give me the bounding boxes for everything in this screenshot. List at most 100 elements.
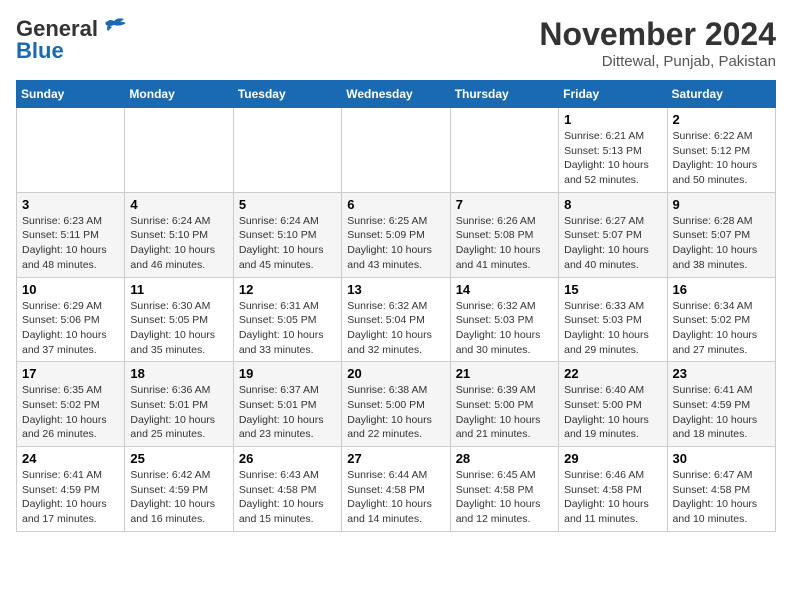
calendar-cell: 7Sunrise: 6:26 AM Sunset: 5:08 PM Daylig… [450,192,558,277]
calendar-cell: 11Sunrise: 6:30 AM Sunset: 5:05 PM Dayli… [125,277,233,362]
day-header-thursday: Thursday [450,81,558,108]
day-content: Sunrise: 6:34 AM Sunset: 5:02 PM Dayligh… [673,299,770,358]
calendar-cell: 20 Sunrise: 6:38 AM Sunset: 5:00 PM Dayli… [342,362,450,447]
day-header-tuesday: Tuesday [233,81,341,108]
calendar-cell: 13 Sunrise: 6:32 AM Sunset: 5:04 PM Dayli… [342,277,450,362]
day-content: Sunrise: 6:21 AM Sunset: 5:13 PM Dayligh… [564,129,661,188]
day-content: Sunrise: 6:38 AM Sunset: 5:00 PM Dayligh… [347,383,444,442]
calendar-week-4: 17 Sunrise: 6:35 AM Sunset: 5:02 PM Dayli… [17,362,776,447]
day-header-monday: Monday [125,81,233,108]
calendar-cell: 14Sunrise: 6:32 AM Sunset: 5:03 PM Dayli… [450,277,558,362]
day-number: 1 [564,112,661,127]
calendar-cell: 21Sunrise: 6:39 AM Sunset: 5:00 PM Dayli… [450,362,558,447]
day-content: Sunrise: 6:27 AM Sunset: 5:07 PM Dayligh… [564,214,661,273]
calendar-cell: 4 Sunrise: 6:24 AM Sunset: 5:10 PM Daylig… [125,192,233,277]
logo-blue: Blue [16,38,64,64]
day-number: 15 [564,282,661,297]
calendar-week-1: 1 Sunrise: 6:21 AM Sunset: 5:13 PM Daylig… [17,108,776,193]
day-content: Sunrise: 6:23 AM Sunset: 5:11 PM Dayligh… [22,214,119,273]
day-content: Sunrise: 6:29 AM Sunset: 5:06 PM Dayligh… [22,299,119,358]
day-content: Sunrise: 6:35 AM Sunset: 5:02 PM Dayligh… [22,383,119,442]
calendar-week-5: 24 Sunrise: 6:41 AM Sunset: 4:59 PM Dayli… [17,447,776,532]
day-content: Sunrise: 6:41 AM Sunset: 4:59 PM Dayligh… [673,383,770,442]
day-number: 24 [22,451,119,466]
calendar-cell [17,108,125,193]
calendar-cell: 8 Sunrise: 6:27 AM Sunset: 5:07 PM Daylig… [559,192,667,277]
calendar-cell: 19 Sunrise: 6:37 AM Sunset: 5:01 PM Dayli… [233,362,341,447]
calendar-cell: 17 Sunrise: 6:35 AM Sunset: 5:02 PM Dayli… [17,362,125,447]
day-number: 2 [673,112,770,127]
day-number: 8 [564,197,661,212]
calendar-cell: 22 Sunrise: 6:40 AM Sunset: 5:00 PM Dayli… [559,362,667,447]
day-number: 12 [239,282,336,297]
calendar-cell: 12 Sunrise: 6:31 AM Sunset: 5:05 PM Dayli… [233,277,341,362]
day-content: Sunrise: 6:28 AM Sunset: 5:07 PM Dayligh… [673,214,770,273]
day-content: Sunrise: 6:36 AM Sunset: 5:01 PM Dayligh… [130,383,227,442]
day-header-sunday: Sunday [17,81,125,108]
calendar-cell [342,108,450,193]
day-number: 29 [564,451,661,466]
calendar-cell: 10Sunrise: 6:29 AM Sunset: 5:06 PM Dayli… [17,277,125,362]
calendar-cell: 29 Sunrise: 6:46 AM Sunset: 4:58 PM Dayli… [559,447,667,532]
day-number: 14 [456,282,553,297]
day-content: Sunrise: 6:47 AM Sunset: 4:58 PM Dayligh… [673,468,770,527]
day-number: 28 [456,451,553,466]
day-content: Sunrise: 6:41 AM Sunset: 4:59 PM Dayligh… [22,468,119,527]
day-content: Sunrise: 6:42 AM Sunset: 4:59 PM Dayligh… [130,468,227,527]
calendar-cell: 23 Sunrise: 6:41 AM Sunset: 4:59 PM Dayli… [667,362,775,447]
day-content: Sunrise: 6:32 AM Sunset: 5:04 PM Dayligh… [347,299,444,358]
day-number: 23 [673,366,770,381]
month-title: November 2024 [539,16,776,53]
day-number: 17 [22,366,119,381]
day-number: 5 [239,197,336,212]
day-content: Sunrise: 6:43 AM Sunset: 4:58 PM Dayligh… [239,468,336,527]
calendar-cell [125,108,233,193]
calendar-table: SundayMondayTuesdayWednesdayThursdayFrid… [16,80,776,532]
day-number: 19 [239,366,336,381]
day-content: Sunrise: 6:31 AM Sunset: 5:05 PM Dayligh… [239,299,336,358]
calendar-header: SundayMondayTuesdayWednesdayThursdayFrid… [17,81,776,108]
calendar-cell: 25 Sunrise: 6:42 AM Sunset: 4:59 PM Dayli… [125,447,233,532]
logo-bird-icon [100,17,128,37]
day-number: 13 [347,282,444,297]
day-number: 7 [456,197,553,212]
day-content: Sunrise: 6:37 AM Sunset: 5:01 PM Dayligh… [239,383,336,442]
day-content: Sunrise: 6:46 AM Sunset: 4:58 PM Dayligh… [564,468,661,527]
logo: General Blue [16,16,128,64]
day-number: 11 [130,282,227,297]
calendar-week-2: 3 Sunrise: 6:23 AM Sunset: 5:11 PM Daylig… [17,192,776,277]
day-content: Sunrise: 6:22 AM Sunset: 5:12 PM Dayligh… [673,129,770,188]
calendar-cell: 15 Sunrise: 6:33 AM Sunset: 5:03 PM Dayli… [559,277,667,362]
day-header-wednesday: Wednesday [342,81,450,108]
calendar-cell: 16 Sunrise: 6:34 AM Sunset: 5:02 PM Dayli… [667,277,775,362]
day-content: Sunrise: 6:40 AM Sunset: 5:00 PM Dayligh… [564,383,661,442]
calendar-cell: 2 Sunrise: 6:22 AM Sunset: 5:12 PM Daylig… [667,108,775,193]
calendar-cell: 26 Sunrise: 6:43 AM Sunset: 4:58 PM Dayli… [233,447,341,532]
day-content: Sunrise: 6:44 AM Sunset: 4:58 PM Dayligh… [347,468,444,527]
day-number: 16 [673,282,770,297]
day-number: 30 [673,451,770,466]
day-number: 21 [456,366,553,381]
day-number: 20 [347,366,444,381]
day-content: Sunrise: 6:33 AM Sunset: 5:03 PM Dayligh… [564,299,661,358]
calendar-cell: 5Sunrise: 6:24 AM Sunset: 5:10 PM Daylig… [233,192,341,277]
day-number: 6 [347,197,444,212]
day-number: 9 [673,197,770,212]
calendar-cell: 3 Sunrise: 6:23 AM Sunset: 5:11 PM Daylig… [17,192,125,277]
day-header-friday: Friday [559,81,667,108]
day-number: 25 [130,451,227,466]
location: Dittewal, Punjab, Pakistan [539,53,776,70]
day-number: 26 [239,451,336,466]
calendar-cell: 27 Sunrise: 6:44 AM Sunset: 4:58 PM Dayli… [342,447,450,532]
day-content: Sunrise: 6:45 AM Sunset: 4:58 PM Dayligh… [456,468,553,527]
calendar-cell: 30 Sunrise: 6:47 AM Sunset: 4:58 PM Dayli… [667,447,775,532]
calendar-cell: 1 Sunrise: 6:21 AM Sunset: 5:13 PM Daylig… [559,108,667,193]
calendar-cell: 28 Sunrise: 6:45 AM Sunset: 4:58 PM Dayli… [450,447,558,532]
day-number: 27 [347,451,444,466]
day-number: 4 [130,197,227,212]
day-number: 22 [564,366,661,381]
day-content: Sunrise: 6:24 AM Sunset: 5:10 PM Dayligh… [130,214,227,273]
calendar-cell: 24 Sunrise: 6:41 AM Sunset: 4:59 PM Dayli… [17,447,125,532]
calendar-cell [233,108,341,193]
day-number: 3 [22,197,119,212]
